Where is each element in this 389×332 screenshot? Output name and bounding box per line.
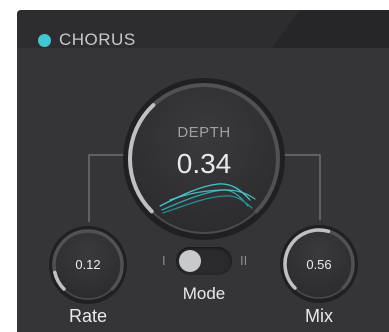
- mix-value: 0.56: [306, 257, 332, 272]
- depth-value: 0.34: [176, 148, 232, 179]
- mode-toggle[interactable]: [176, 247, 232, 275]
- rate-label: Rate: [68, 306, 108, 326]
- mix-label: Mix: [305, 306, 333, 326]
- rate-value: 0.12: [75, 257, 101, 272]
- mode-toggle-knob[interactable]: [179, 250, 201, 272]
- mode-right-mark: II: [240, 253, 248, 268]
- mode-label: Mode: [182, 284, 226, 303]
- connector-right: [283, 154, 321, 220]
- mode-left-mark: I: [162, 253, 166, 268]
- depth-label: DEPTH: [177, 124, 231, 141]
- connector-left: [88, 154, 124, 222]
